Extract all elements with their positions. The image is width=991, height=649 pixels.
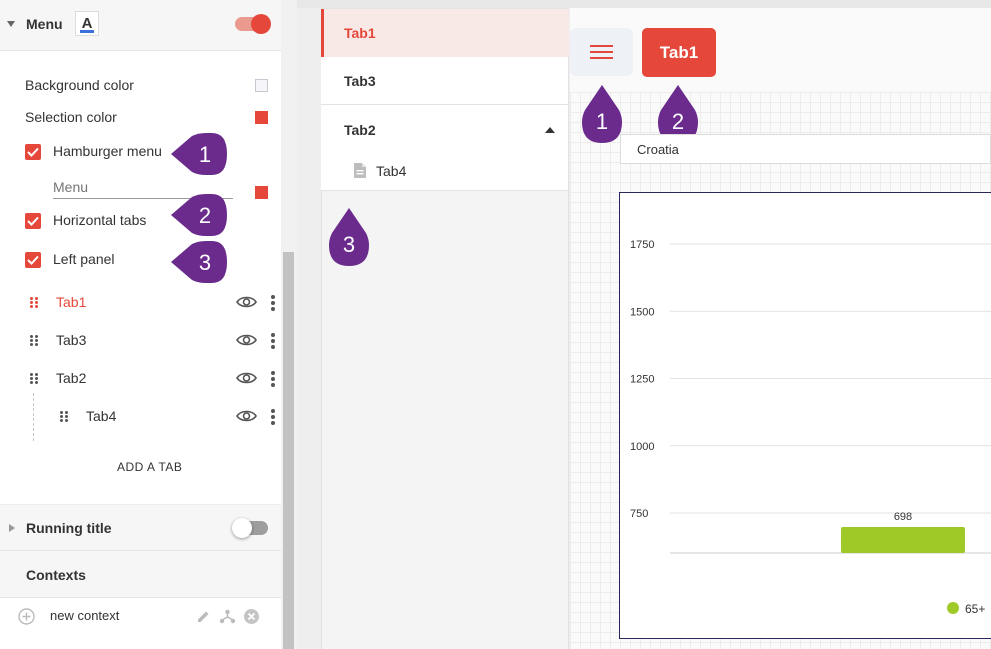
more-options-icon[interactable] — [271, 333, 275, 349]
callout-marker-3: 3 — [171, 241, 227, 283]
menu-section-header[interactable]: Menu A — [0, 0, 281, 51]
more-options-icon[interactable] — [271, 295, 275, 311]
hamburger-menu-button[interactable] — [570, 28, 633, 76]
y-tick-label: 750 — [630, 508, 648, 520]
svg-text:1: 1 — [596, 109, 608, 134]
menu-toggle[interactable] — [235, 14, 271, 34]
document-icon — [354, 163, 366, 178]
svg-text:2: 2 — [199, 203, 211, 228]
callout-marker-3-tabpanel: 3 — [329, 208, 369, 266]
bar-chart: 1750 1500 1250 1000 750 698 65+ — [630, 239, 991, 616]
tab-list-item[interactable]: Tab3 — [0, 325, 281, 355]
hierarchy-icon[interactable] — [219, 608, 236, 625]
top-strip — [297, 0, 991, 8]
svg-text:3: 3 — [343, 232, 355, 257]
edit-icon[interactable] — [196, 609, 211, 624]
left-tab-label: Tab4 — [376, 163, 407, 179]
country-filter[interactable]: Croatia — [620, 134, 991, 164]
y-tick-label: 1250 — [630, 374, 654, 386]
callout-marker-1-content: 1 — [582, 85, 622, 143]
expand-caret-icon[interactable] — [9, 524, 15, 532]
y-tick-label: 1500 — [630, 306, 654, 318]
left-tab-tab3[interactable]: Tab3 — [321, 57, 569, 105]
collapse-caret-icon[interactable] — [545, 127, 555, 133]
remove-circle-icon[interactable] — [243, 608, 260, 625]
callout-marker-1: 1 — [171, 133, 227, 175]
horizontal-tabs-label: Horizontal tabs — [53, 212, 147, 228]
svg-text:A: A — [82, 15, 93, 32]
left-tab-tab1[interactable]: Tab1 — [321, 9, 569, 57]
chart-container: 1750 1500 1250 1000 750 698 65+ — [619, 192, 991, 639]
left-tab-label: Tab3 — [344, 73, 376, 89]
tab-list-item[interactable]: Tab1 — [0, 287, 281, 317]
eye-icon[interactable] — [236, 295, 257, 309]
callout-marker-2: 2 — [171, 194, 227, 236]
menu-color-swatch[interactable] — [255, 186, 268, 199]
left-tab-tab2[interactable]: Tab2 — [321, 105, 569, 153]
background-color-swatch[interactable] — [255, 79, 268, 92]
more-options-icon[interactable] — [271, 371, 275, 387]
horizontal-tabs-checkbox[interactable] — [25, 213, 41, 229]
bar[interactable] — [841, 526, 965, 553]
font-color-icon[interactable]: A — [75, 11, 99, 36]
new-context-label: new context — [50, 608, 120, 623]
new-context-row[interactable]: new context — [0, 600, 281, 634]
selection-color-swatch[interactable] — [255, 111, 268, 124]
tab-list-item[interactable]: Tab4 — [0, 401, 281, 431]
legend-dot — [947, 602, 959, 614]
more-options-icon[interactable] — [271, 409, 275, 425]
hamburger-icon — [590, 45, 613, 59]
drag-handle-icon[interactable] — [30, 297, 38, 309]
tab-list-label: Tab2 — [56, 370, 87, 386]
hamburger-menu-checkbox[interactable] — [25, 144, 41, 160]
tab-list-item[interactable]: Tab2 — [0, 363, 281, 393]
hamburger-menu-label: Hamburger menu — [53, 143, 162, 159]
contexts-section: Contexts — [0, 550, 281, 598]
menu-section-title: Menu — [26, 16, 63, 32]
dashboard-preview: Tab1 1 2 Croatia 1750 1500 1250 1000 750 698… — [570, 8, 991, 649]
eye-icon[interactable] — [236, 371, 257, 385]
selection-color-label: Selection color — [25, 109, 117, 125]
tab-list-label: Tab1 — [56, 294, 87, 310]
left-tab-panel: Tab1 Tab3 Tab2 Tab4 — [321, 8, 569, 191]
add-circle-icon[interactable] — [18, 608, 35, 625]
settings-panel: Menu A Background color Selection color … — [0, 0, 281, 649]
left-panel-checkbox[interactable] — [25, 252, 41, 268]
contexts-label: Contexts — [26, 567, 86, 583]
background-color-label: Background color — [25, 77, 134, 93]
bar-value-label: 698 — [894, 511, 912, 523]
y-tick-label: 1000 — [630, 441, 654, 453]
add-tab-button[interactable]: ADD A TAB — [117, 460, 182, 474]
drag-handle-icon[interactable] — [60, 411, 68, 423]
collapse-caret-icon[interactable] — [7, 21, 15, 27]
panel-scrollbar[interactable] — [283, 252, 294, 649]
tab1-horizontal-tab[interactable]: Tab1 — [642, 28, 716, 77]
drag-handle-icon[interactable] — [30, 373, 38, 385]
y-tick-label: 1750 — [630, 239, 654, 251]
tab-list-label: Tab3 — [56, 332, 87, 348]
svg-text:2: 2 — [672, 109, 684, 134]
eye-icon[interactable] — [236, 333, 257, 347]
svg-text:3: 3 — [199, 250, 211, 275]
left-tab-label: Tab2 — [344, 122, 376, 138]
left-tab-tab4[interactable]: Tab4 — [321, 153, 569, 191]
eye-icon[interactable] — [236, 409, 257, 423]
running-title-toggle[interactable] — [232, 518, 268, 538]
svg-text:1: 1 — [199, 142, 211, 167]
running-title-label: Running title — [26, 520, 112, 536]
left-panel-label: Left panel — [53, 251, 115, 267]
drag-handle-icon[interactable] — [30, 335, 38, 347]
running-title-section[interactable]: Running title — [0, 504, 281, 550]
legend-label: 65+ — [965, 602, 985, 616]
left-tab-label: Tab1 — [344, 25, 376, 41]
tab-list-label: Tab4 — [86, 408, 117, 424]
